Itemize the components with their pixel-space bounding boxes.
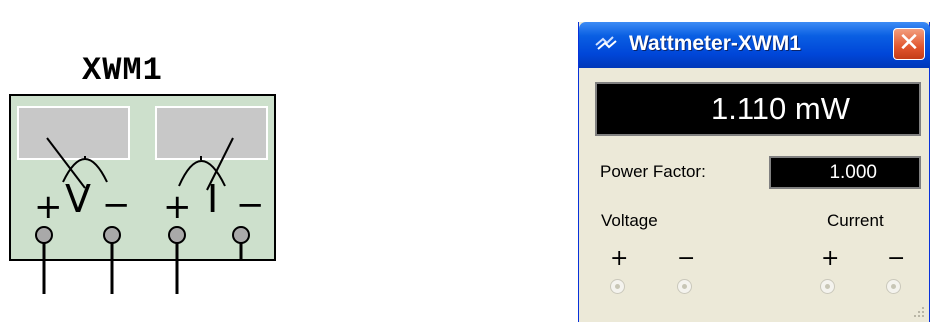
voltage-plus-terminal: [35, 226, 53, 244]
current-plus-label: +: [821, 246, 840, 271]
current-letter: I: [207, 177, 219, 221]
voltage-plus-sign: +: [34, 187, 63, 227]
resize-grip-icon[interactable]: [913, 306, 925, 318]
voltage-minus-label: −: [677, 246, 696, 271]
current-plus-terminal: [168, 226, 186, 244]
close-icon: ✕: [898, 28, 920, 58]
wattmeter-window[interactable]: Wattmeter-XWM1 ✕ 1.110 mW Power Factor: …: [578, 22, 930, 322]
current-minus-terminal: [232, 226, 250, 244]
voltage-minus-terminal-button[interactable]: [677, 279, 692, 294]
power-factor-label: Power Factor:: [600, 162, 706, 181]
voltage-plus-terminal-button[interactable]: [610, 279, 625, 294]
current-minus-label: −: [887, 246, 906, 271]
window-title: Wattmeter-XWM1: [629, 32, 801, 55]
wattmeter-symbol[interactable]: XWM1 + V − + I −: [0, 0, 300, 322]
current-group-label: Current: [827, 211, 884, 230]
current-minus-terminal-button[interactable]: [886, 279, 901, 294]
voltage-group-label: Voltage: [601, 211, 658, 230]
instrument-reference-label: XWM1: [82, 52, 163, 89]
power-factor-display: 1.000: [769, 156, 921, 189]
current-plus-terminal-button[interactable]: [820, 279, 835, 294]
close-button[interactable]: ✕: [893, 28, 925, 60]
power-reading-display: 1.110 mW: [595, 82, 921, 136]
voltage-minus-sign: −: [102, 185, 131, 225]
voltage-minus-terminal: [103, 226, 121, 244]
voltage-plus-label: +: [610, 246, 629, 271]
window-titlebar[interactable]: Wattmeter-XWM1 ✕: [579, 22, 930, 68]
current-minus-sign: −: [236, 185, 265, 225]
current-plus-sign: +: [163, 187, 192, 227]
wattmeter-probe-icon: [595, 36, 617, 50]
voltage-letter: V: [65, 177, 91, 221]
